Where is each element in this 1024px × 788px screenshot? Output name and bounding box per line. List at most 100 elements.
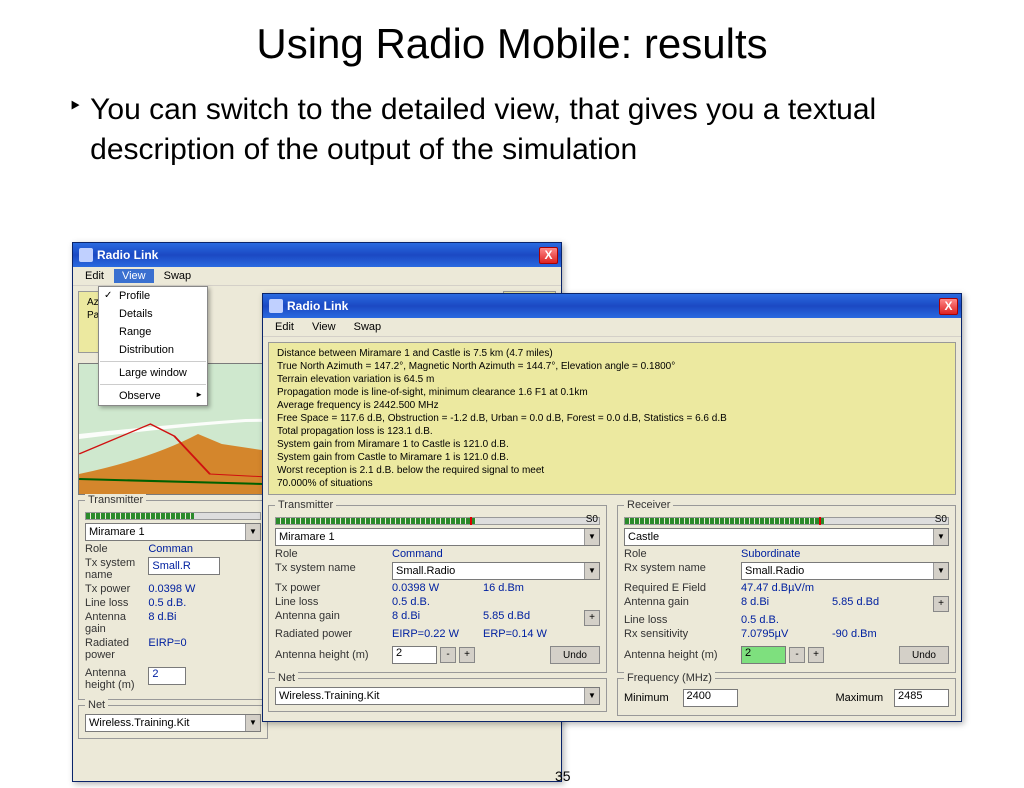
freq-fieldset: Frequency (MHz) Minimum 2400 Maximum 248…	[617, 678, 956, 716]
rx-undo-button[interactable]: Undo	[899, 646, 949, 664]
menu-view[interactable]: View	[114, 269, 154, 283]
back-tx-legend: Transmitter	[85, 494, 146, 506]
close-icon[interactable]: X	[939, 298, 958, 315]
rx-role-val: Subordinate	[741, 548, 800, 560]
rx-sens-v1: 7.0795µV	[741, 628, 832, 640]
rx-name-combo[interactable]: Castle ▼	[624, 528, 949, 546]
back-tx-fieldset: Transmitter Miramare 1 ▼ RoleComman Tx s…	[78, 500, 268, 700]
net-name: Wireless.Training.Kit	[276, 690, 584, 702]
tx-name: Miramare 1	[276, 531, 584, 543]
tx-gain-v2: 5.85 d.Bd	[483, 610, 583, 626]
back-net-combo[interactable]: Wireless.Training.Kit ▼	[85, 714, 261, 732]
tx-role-lbl: Role	[275, 548, 392, 560]
tx-sys-combo[interactable]: Small.Radio▼	[392, 562, 600, 580]
tx-gain-lbl: Antenna gain	[275, 610, 392, 626]
rx-s-label: S0	[935, 514, 947, 525]
menu-view[interactable]: View	[304, 320, 344, 334]
back-lloss-val: 0.5 d.B.	[148, 597, 186, 609]
view-range-item[interactable]: Range	[99, 323, 207, 341]
tx-sys-lbl: Tx system name	[275, 562, 392, 580]
net-fieldset: Net Wireless.Training.Kit ▼	[268, 678, 607, 712]
page-number: 35	[555, 768, 571, 784]
freq-legend: Frequency (MHz)	[624, 672, 715, 684]
menu-sep	[100, 361, 206, 362]
tx-role-val: Command	[392, 548, 443, 560]
rx-anth-minus[interactable]: -	[789, 647, 805, 663]
tx-rad-lbl: Radiated power	[275, 628, 392, 640]
tx-sigbar	[275, 517, 600, 525]
menu-edit[interactable]: Edit	[77, 269, 112, 283]
menu-swap[interactable]: Swap	[346, 320, 390, 334]
rx-sys-lbl: Rx system name	[624, 562, 741, 580]
rx-sigbar	[624, 517, 949, 525]
chevron-down-icon[interactable]: ▼	[245, 715, 260, 731]
tx-anth-minus[interactable]: -	[440, 647, 456, 663]
details-line: True North Azimuth = 147.2°, Magnetic No…	[277, 360, 947, 373]
rx-gain-plus[interactable]: +	[933, 596, 949, 612]
view-details-item[interactable]: Details	[99, 305, 207, 323]
view-dropdown[interactable]: Profile Details Range Distribution Large…	[98, 286, 208, 406]
net-legend: Net	[275, 672, 298, 684]
tx-legend: Transmitter	[275, 499, 336, 511]
tx-gain-plus[interactable]: +	[584, 610, 600, 626]
chevron-down-icon[interactable]: ▼	[584, 688, 599, 704]
details-line: Average frequency is 2442.500 MHz	[277, 399, 947, 412]
rx-sys-combo[interactable]: Small.Radio▼	[741, 562, 949, 580]
tx-undo-button[interactable]: Undo	[550, 646, 600, 664]
view-large-window-item[interactable]: Large window	[99, 364, 207, 382]
chevron-down-icon[interactable]: ▼	[933, 563, 948, 579]
rx-anth-input[interactable]: 2	[741, 646, 786, 664]
slide-title: Using Radio Mobile: results	[0, 20, 1024, 68]
details-line: Distance between Miramare 1 and Castle i…	[277, 347, 947, 360]
tx-anth-plus[interactable]: +	[459, 647, 475, 663]
back-again-val: 8 d.Bi	[148, 611, 176, 635]
tx-anth-input[interactable]: 2	[392, 646, 437, 664]
app-icon	[79, 248, 93, 262]
tx-rad-v1: EIRP=0.22 W	[392, 628, 483, 640]
rx-gain-v2: 5.85 d.Bd	[832, 596, 932, 612]
tx-name-combo[interactable]: Miramare 1 ▼	[275, 528, 600, 546]
freq-max-input[interactable]: 2485	[894, 689, 949, 707]
net-combo[interactable]: Wireless.Training.Kit ▼	[275, 687, 600, 705]
chevron-down-icon[interactable]: ▼	[584, 563, 599, 579]
view-profile-item[interactable]: Profile	[99, 287, 207, 305]
details-line: 70.000% of situations	[277, 477, 947, 490]
details-line: Free Space = 117.6 d.B, Obstruction = -1…	[277, 412, 947, 425]
tx-loss-v1: 0.5 d.B.	[392, 596, 430, 608]
chevron-down-icon[interactable]: ▼	[584, 529, 599, 545]
tx-anth-lbl: Antenna height (m)	[275, 649, 392, 661]
front-menubar[interactable]: Edit View Swap	[263, 318, 961, 337]
bullet-marker: ‣	[68, 90, 82, 124]
tx-rad-v2: ERP=0.14 W	[483, 628, 547, 640]
front-titlebar[interactable]: Radio Link X	[263, 294, 961, 318]
view-distribution-item[interactable]: Distribution	[99, 341, 207, 359]
freq-max-lbl: Maximum	[836, 692, 895, 704]
tx-fieldset: Transmitter S0 Miramare 1 ▼ RoleCommand …	[268, 505, 607, 673]
tx-sys-val: Small.Radio	[393, 565, 584, 577]
menu-swap[interactable]: Swap	[156, 269, 200, 283]
back-window-title: Radio Link	[97, 248, 158, 262]
menu-sep	[100, 384, 206, 385]
freq-min-lbl: Minimum	[624, 692, 683, 704]
close-icon[interactable]: X	[539, 247, 558, 264]
back-net-legend: Net	[85, 699, 108, 711]
chevron-down-icon[interactable]: ▼	[933, 529, 948, 545]
back-anth-input[interactable]: 2	[148, 667, 186, 685]
back-txpow-val: 0.0398 W	[148, 583, 195, 595]
back-titlebar[interactable]: Radio Link X	[73, 243, 561, 267]
front-window: Radio Link X Edit View Swap Distance bet…	[262, 293, 962, 722]
rx-anth-plus[interactable]: +	[808, 647, 824, 663]
rx-role-lbl: Role	[624, 548, 741, 560]
back-txsys-combo[interactable]: Small.R	[148, 557, 220, 575]
view-observe-item[interactable]: Observe	[99, 387, 207, 405]
chevron-down-icon[interactable]: ▼	[245, 524, 260, 540]
details-line: Propagation mode is line-of-sight, minim…	[277, 386, 947, 399]
bullet-text: You can switch to the detailed view, tha…	[90, 90, 956, 170]
back-menubar[interactable]: Edit View Swap	[73, 267, 561, 286]
freq-min-input[interactable]: 2400	[683, 689, 738, 707]
menu-edit[interactable]: Edit	[267, 320, 302, 334]
back-net-fieldset: Net Wireless.Training.Kit ▼	[78, 705, 268, 739]
tx-pow-v2: 16 d.Bm	[483, 582, 524, 594]
tx-s-label: S0	[586, 514, 598, 525]
back-tx-name-combo[interactable]: Miramare 1 ▼	[85, 523, 261, 541]
